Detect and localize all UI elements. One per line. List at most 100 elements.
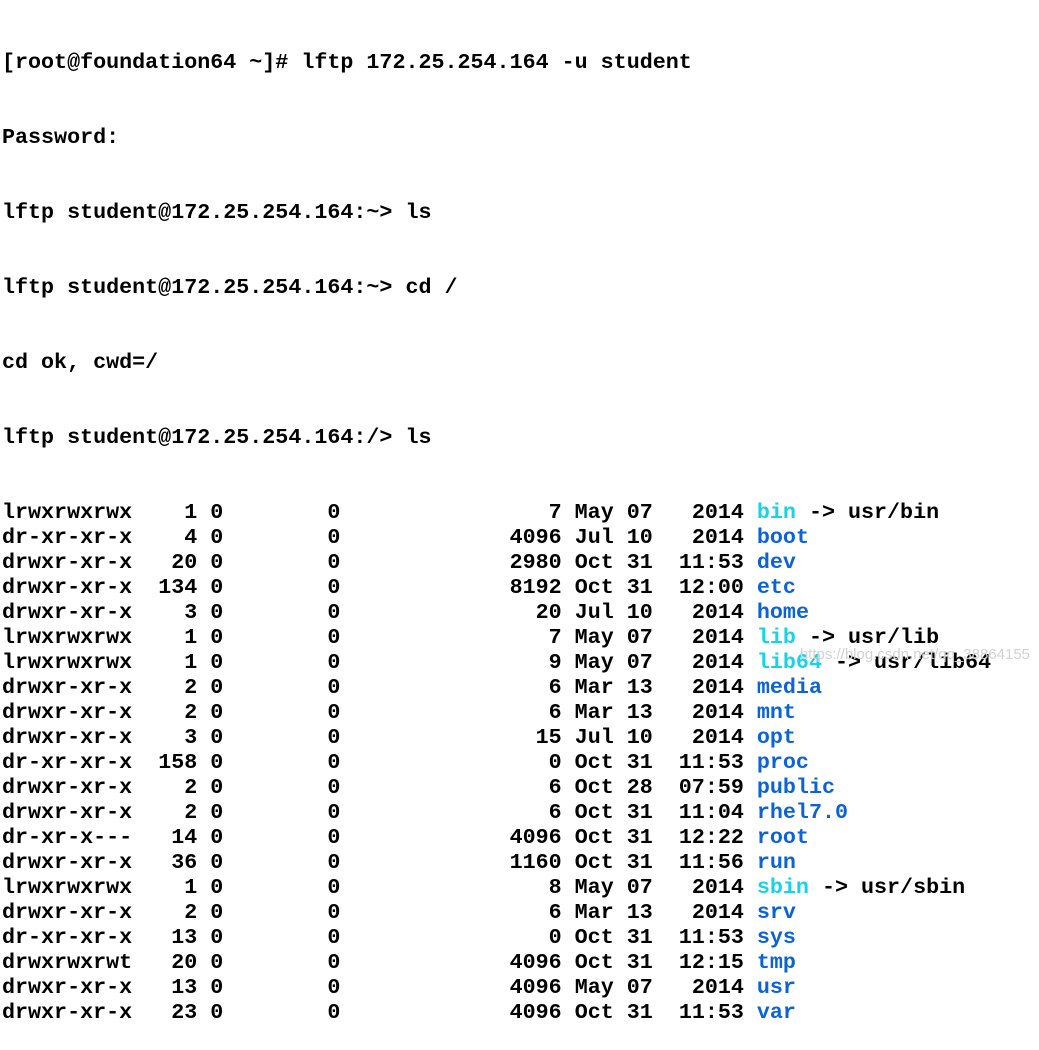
permissions: drwxr-xr-x (2, 725, 133, 750)
day: 31 (626, 950, 653, 975)
owner: 0 (210, 850, 224, 875)
time-or-year: 11:56 (678, 850, 744, 875)
permissions: drwxr-xr-x (2, 975, 133, 1000)
day: 31 (626, 800, 653, 825)
watermark: https://blog.csdn.net/qq_38864155 (799, 646, 1030, 663)
owner: 0 (210, 575, 224, 600)
file-size: 4096 (509, 1000, 562, 1025)
password-prompt: Password: (2, 125, 120, 150)
month: Jul (574, 725, 614, 750)
directory-name[interactable]: tmp (757, 950, 796, 975)
file-size: 4096 (509, 825, 562, 850)
symlink-name[interactable]: sbin (757, 875, 809, 900)
symlink-name[interactable]: bin (757, 500, 796, 525)
directory-name[interactable]: proc (757, 750, 809, 775)
owner: 0 (210, 525, 224, 550)
listing-row: dr-xr-xr-x 13 0 0 0 Oct 31 11:53 sys (2, 925, 991, 950)
directory-name[interactable]: etc (757, 575, 796, 600)
month: Oct (574, 750, 614, 775)
day: 10 (626, 600, 653, 625)
permissions: drwxr-xr-x (2, 775, 133, 800)
day: 07 (626, 975, 653, 1000)
directory-name[interactable]: root (757, 825, 809, 850)
owner: 0 (210, 550, 224, 575)
owner: 0 (210, 925, 224, 950)
directory-name[interactable]: var (757, 1000, 796, 1025)
permissions: dr-xr-xr-x (2, 525, 133, 550)
file-size: 8192 (509, 575, 562, 600)
file-size: 6 (548, 800, 562, 825)
month: May (574, 625, 614, 650)
day: 31 (626, 550, 653, 575)
symlink-name[interactable]: lib (757, 625, 796, 650)
day: 07 (626, 625, 653, 650)
day: 28 (626, 775, 653, 800)
listing-row: drwxr-xr-x 2 0 0 6 Mar 13 2014 srv (2, 900, 991, 925)
time-or-year: 12:00 (678, 575, 744, 600)
file-size: 6 (548, 900, 562, 925)
day: 13 (626, 900, 653, 925)
listing-row: drwxr-xr-x 20 0 0 2980 Oct 31 11:53 dev (2, 550, 991, 575)
owner: 0 (210, 725, 224, 750)
time-or-year: 2014 (691, 600, 744, 625)
permissions: drwxr-xr-x (2, 550, 133, 575)
directory-name[interactable]: usr (757, 975, 796, 1000)
link-count: 36 (171, 850, 198, 875)
group: 0 (327, 700, 341, 725)
permissions: dr-xr-xr-x (2, 750, 133, 775)
month: May (574, 875, 614, 900)
file-size: 9 (548, 650, 562, 675)
owner: 0 (210, 975, 224, 1000)
directory-name[interactable]: dev (757, 550, 796, 575)
day: 10 (626, 525, 653, 550)
directory-name[interactable]: mnt (757, 700, 796, 725)
file-size: 6 (548, 700, 562, 725)
time-or-year: 12:22 (678, 825, 744, 850)
directory-name[interactable]: srv (757, 900, 796, 925)
listing-row: drwxr-xr-x 23 0 0 4096 Oct 31 11:53 var (2, 1000, 991, 1025)
directory-name[interactable]: run (757, 850, 796, 875)
group: 0 (327, 750, 341, 775)
month: Jul (574, 600, 614, 625)
directory-name[interactable]: opt (757, 725, 796, 750)
permissions: lrwxrwxrwx (2, 875, 133, 900)
link-count: 13 (171, 925, 198, 950)
listing-row: dr-xr-xr-x 4 0 0 4096 Jul 10 2014 boot (2, 525, 991, 550)
group: 0 (327, 650, 341, 675)
month: May (574, 975, 614, 1000)
link-count: 2 (184, 675, 198, 700)
month: Mar (574, 675, 614, 700)
time-or-year: 2014 (691, 875, 744, 900)
terminal-output[interactable]: [root@foundation64 ~]# lftp 172.25.254.1… (2, 0, 991, 1050)
month: May (574, 500, 614, 525)
month: Oct (574, 1000, 614, 1025)
link-count: 1 (184, 650, 198, 675)
file-size: 0 (548, 925, 562, 950)
listing-row: dr-xr-xr-x 158 0 0 0 Oct 31 11:53 proc (2, 750, 991, 775)
day: 13 (626, 700, 653, 725)
permissions: drwxrwxrwt (2, 950, 133, 975)
file-size: 1160 (509, 850, 562, 875)
owner: 0 (210, 750, 224, 775)
directory-name[interactable]: media (757, 675, 822, 700)
permissions: lrwxrwxrwx (2, 650, 133, 675)
permissions: drwxr-xr-x (2, 850, 133, 875)
owner: 0 (210, 650, 224, 675)
directory-name[interactable]: public (757, 775, 835, 800)
file-size: 4096 (509, 950, 562, 975)
group: 0 (327, 925, 341, 950)
directory-name[interactable]: sys (757, 925, 796, 950)
directory-name[interactable]: rhel7.0 (757, 800, 848, 825)
day: 31 (626, 575, 653, 600)
owner: 0 (210, 625, 224, 650)
directory-name[interactable]: home (757, 600, 809, 625)
month: Oct (574, 550, 614, 575)
group: 0 (327, 550, 341, 575)
directory-name[interactable]: boot (757, 525, 809, 550)
file-size: 8 (548, 875, 562, 900)
day: 31 (626, 850, 653, 875)
permissions: dr-xr-x--- (2, 825, 133, 850)
group: 0 (327, 850, 341, 875)
day: 31 (626, 925, 653, 950)
command-line: [root@foundation64 ~]# lftp 172.25.254.1… (2, 50, 692, 75)
